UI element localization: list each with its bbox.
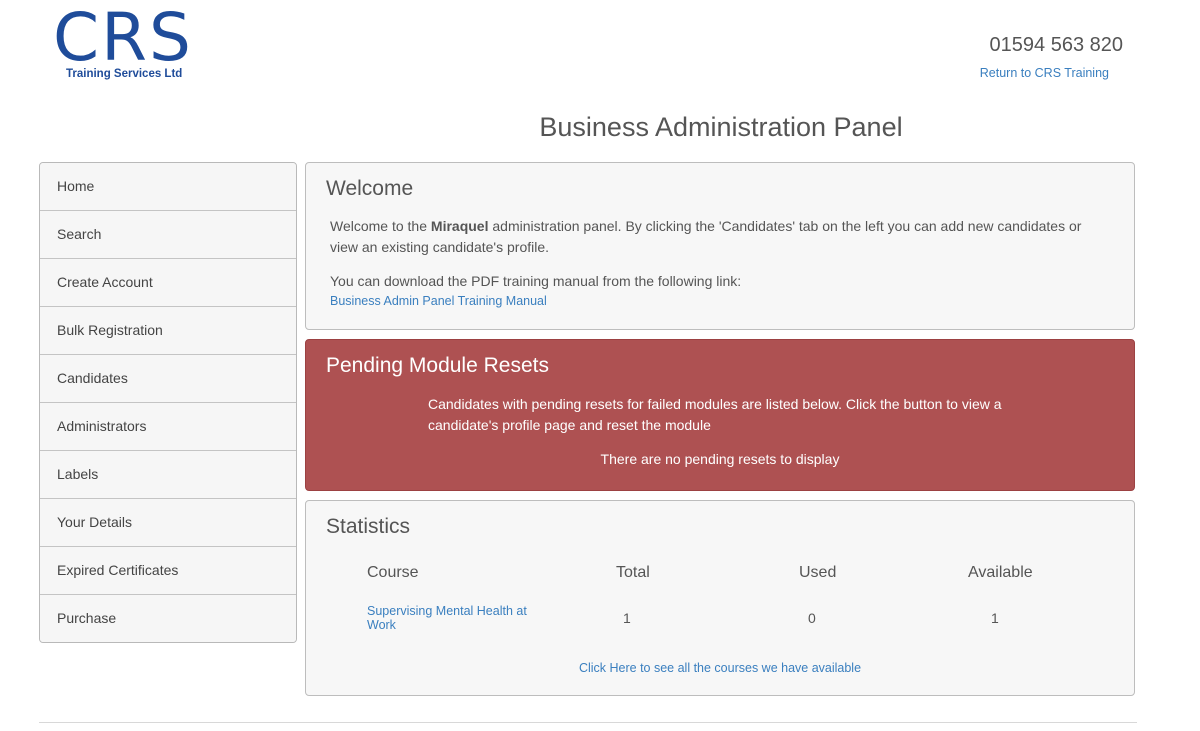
table-row: Supervising Mental Health at Work 1 0 1 — [367, 604, 1067, 634]
see-all-courses-link[interactable]: Click Here to see all the courses we hav… — [306, 661, 1134, 675]
crs-logo[interactable]: CRS Training Services Ltd — [53, 4, 203, 84]
sidebar-item-your-details[interactable]: Your Details — [40, 499, 296, 547]
sidebar-item-search[interactable]: Search — [40, 211, 296, 259]
sidebar-item-create-account[interactable]: Create Account — [40, 259, 296, 307]
sidebar-item-labels[interactable]: Labels — [40, 451, 296, 499]
welcome-panel: Welcome Welcome to the Miraquel administ… — [305, 162, 1135, 330]
available-cell: 1 — [991, 610, 999, 626]
column-header-course: Course — [367, 564, 419, 581]
welcome-text: Welcome to the Miraquel administration p… — [326, 216, 1110, 258]
welcome-text-before: Welcome to the — [330, 218, 431, 234]
pending-resets-panel: Pending Module Resets Candidates with pe… — [305, 339, 1135, 491]
pending-title: Pending Module Resets — [326, 354, 549, 377]
course-link[interactable]: Supervising Mental Health at Work — [367, 604, 527, 632]
statistics-table: Course Total Used Available Supervising … — [367, 564, 1067, 634]
sidebar-item-bulk-registration[interactable]: Bulk Registration — [40, 307, 296, 355]
sidebar-item-expired-certificates[interactable]: Expired Certificates — [40, 547, 296, 595]
crs-logo-mark: CRS — [53, 4, 193, 66]
download-text: You can download the PDF training manual… — [330, 273, 742, 289]
column-header-available: Available — [968, 564, 1033, 581]
footer-divider — [39, 722, 1137, 723]
logo-subtitle: Training Services Ltd — [66, 68, 183, 80]
logo-text: CRS — [53, 4, 193, 66]
welcome-title: Welcome — [326, 177, 414, 200]
sidebar-item-candidates[interactable]: Candidates — [40, 355, 296, 403]
sidebar-item-administrators[interactable]: Administrators — [40, 403, 296, 451]
sidebar-item-purchase[interactable]: Purchase — [40, 595, 296, 642]
pending-empty-message: There are no pending resets to display — [600, 451, 840, 467]
statistics-title: Statistics — [326, 515, 411, 538]
statistics-panel: Statistics Course Total Used Available S… — [305, 500, 1135, 696]
sidebar-item-home[interactable]: Home — [40, 163, 296, 211]
used-cell: 0 — [808, 610, 816, 626]
column-header-used: Used — [799, 564, 837, 581]
return-to-crs-link[interactable]: Return to CRS Training — [980, 66, 1109, 80]
page-title: Business Administration Panel — [539, 112, 903, 142]
phone-number: 01594 563 820 — [989, 34, 1123, 56]
table-header-row: Course Total Used Available — [367, 564, 1067, 584]
sidebar-nav: Home Search Create Account Bulk Registra… — [39, 162, 297, 643]
column-header-total: Total — [616, 564, 650, 581]
pending-description: Candidates with pending resets for faile… — [428, 396, 1002, 433]
training-manual-link[interactable]: Business Admin Panel Training Manual — [326, 294, 1114, 308]
course-cell: Supervising Mental Health at Work — [367, 604, 527, 632]
brand-name: Miraquel — [430, 218, 489, 234]
total-cell: 1 — [623, 610, 631, 626]
